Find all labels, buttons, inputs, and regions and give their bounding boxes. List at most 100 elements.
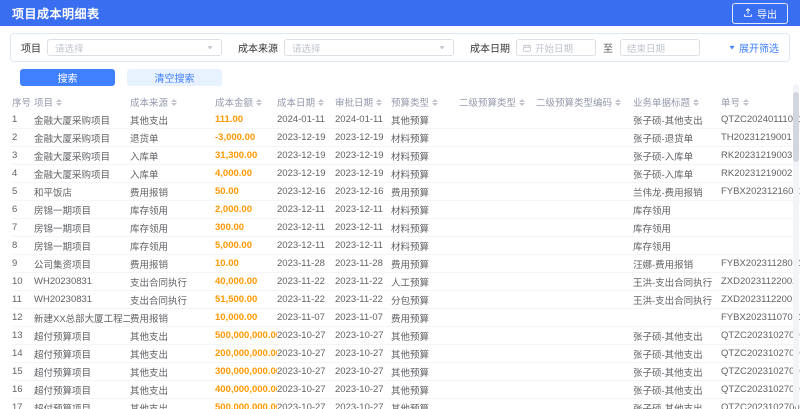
cell-cost-amount: 50.00: [215, 186, 239, 197]
sort-icon[interactable]: [615, 98, 622, 106]
col-header-index[interactable]: 序号: [12, 95, 34, 109]
cell-cost-amount: 10,000.00: [215, 312, 258, 323]
table-row: 12 新建XX总部大厦工程二期费用报销 10,000.00 2023-11-07 202…: [12, 309, 800, 327]
cell-doc-title: 汪娜-费用报销: [633, 259, 694, 271]
table-row: 3 金融大厦采购项目 入库单 31,300.00 2023-12-19 2023-12-1…: [12, 147, 800, 165]
chevron-down-icon: ▼: [728, 43, 736, 52]
cell-approval-date: 2023-12-11: [335, 204, 383, 215]
expand-filter-toggle[interactable]: ▼ 展开筛选: [728, 40, 779, 55]
cell-approval-date: 2023-12-19: [335, 168, 384, 179]
cell-approval-date: 2023-11-22: [335, 294, 383, 305]
cell-doc-no: FYBX20231216001: [721, 186, 800, 197]
cell-cost-amount: 40,000.00: [215, 276, 258, 287]
cell-doc-no: ZXD20231122001: [721, 294, 798, 305]
cell-project: 金融大厦采购项目: [34, 133, 111, 145]
cell-doc-title: 张子硕-其他支出: [633, 385, 703, 397]
cell-approval-date: 2023-10-27: [335, 384, 384, 395]
cost-source-select[interactable]: 请选择 ▼: [284, 39, 454, 56]
cost-date-filter-label: 成本日期: [470, 44, 510, 55]
cell-cost-amount: 400,000,000.00: [215, 384, 277, 395]
cost-source-select-placeholder: 请选择: [292, 43, 321, 55]
cell-doc-no: QTZC20231027002: [721, 366, 800, 377]
col-header-sub-budget-type[interactable]: 二级预算类型: [459, 95, 536, 109]
cell-doc-no: QTZC20240111001: [721, 114, 800, 125]
cell-project: 房锦一期项目: [34, 241, 92, 253]
table-row: 11 WH20230831 支出合同执行 51,500.00 2023-11-22 202…: [12, 291, 800, 309]
cell-doc-title: 王洪-支出合同执行: [633, 277, 713, 289]
cell-cost-date: 2023-12-19: [277, 150, 326, 161]
cell-project: 和平饭店: [34, 187, 73, 199]
cell-cost-date: 2023-10-27: [277, 402, 326, 409]
cell-doc-title: 张子硕-其他支出: [633, 349, 703, 361]
scrollbar-thumb[interactable]: [793, 92, 799, 162]
project-filter-label: 项目: [21, 44, 41, 55]
export-button[interactable]: 导出: [732, 2, 788, 24]
col-header-budget-type[interactable]: 预算类型: [391, 95, 459, 109]
col-header-doc-title[interactable]: 业务单据标题: [633, 95, 721, 109]
sort-icon[interactable]: [432, 98, 439, 106]
start-date-input[interactable]: 开始日期: [516, 39, 596, 56]
col-header-label: 序号: [12, 98, 32, 109]
col-header-cost-amount[interactable]: 成本金额: [215, 95, 277, 109]
export-icon: [743, 8, 753, 18]
cell-doc-title: 张子硕-退货单: [633, 133, 694, 145]
project-select[interactable]: 请选择 ▼: [47, 39, 222, 56]
sort-icon[interactable]: [171, 98, 178, 106]
col-header-doc-no[interactable]: 单号: [721, 95, 800, 109]
cell-index: 4: [12, 168, 18, 179]
cell-cost-source: 费用报销: [130, 187, 169, 199]
cell-budget-type: 材料预算: [391, 151, 430, 163]
cell-cost-date: 2023-12-11: [277, 204, 325, 215]
sort-icon[interactable]: [519, 98, 526, 106]
cell-doc-title: 张子硕-其他支出: [633, 331, 703, 343]
col-header-cost-date[interactable]: 成本日期: [277, 95, 335, 109]
search-button[interactable]: 搜索: [20, 69, 115, 86]
col-header-project[interactable]: 项目: [34, 95, 130, 109]
sort-icon[interactable]: [376, 98, 383, 106]
top-bar: 项目成本明细表 导出: [0, 0, 800, 26]
cell-budget-type: 其他预算: [391, 331, 430, 343]
cell-doc-no: ZXD20231122002: [721, 276, 798, 287]
table-row: 10 WH20230831 支出合同执行 40,000.00 2023-11-22 202…: [12, 273, 800, 291]
cell-cost-source: 其他支出: [130, 331, 169, 343]
sort-icon[interactable]: [256, 98, 263, 106]
cell-cost-amount: 31,300.00: [215, 150, 258, 161]
clear-search-button[interactable]: 清空搜索: [127, 69, 222, 86]
cell-cost-source: 其他支出: [130, 349, 169, 361]
cell-project: 新建XX总部大厦工程二期: [34, 313, 130, 325]
cell-cost-amount: 500,000,000.00: [215, 330, 277, 341]
sort-icon[interactable]: [56, 98, 63, 106]
cell-doc-title: 张子硕-其他支出: [633, 115, 703, 127]
sort-icon[interactable]: [743, 98, 750, 106]
table-head: 序号 项目 成本来源 成本金额 成本日期 审批日期 预算类型 二级预算类型 二级预算类型编码 业务…: [12, 93, 800, 111]
col-header-sub-budget-code[interactable]: 二级预算类型编码: [536, 95, 633, 109]
table-row: 13 超付预算项目 其他支出 500,000,000.00 2023-10-27 2023…: [12, 327, 800, 345]
cell-budget-type: 费用预算: [391, 259, 430, 271]
cell-approval-date: 2023-12-19: [335, 132, 384, 143]
table-row: 5 和平饭店 费用报销 50.00 2023-12-16 2023-12-16 费用预算 兰伟…: [12, 183, 800, 201]
col-header-cost-source[interactable]: 成本来源: [130, 95, 215, 109]
filter-project: 项目 请选择 ▼: [21, 39, 222, 56]
cell-doc-title: 兰伟龙-费用报销: [633, 187, 703, 199]
cell-doc-no: QTZC20231027002: [721, 384, 800, 395]
end-date-input[interactable]: 结束日期: [620, 39, 700, 56]
cell-doc-no: QTZC20231027002: [721, 348, 800, 359]
table-row: 15 超付预算项目 其他支出 300,000,000.00 2023-10-27 2023…: [12, 363, 800, 381]
table-row: 2 金融大厦采购项目 退货单 -3,000.00 2023-12-19 2023-12-1…: [12, 129, 800, 147]
cell-doc-title: 库存领用: [633, 223, 672, 235]
cell-project: 金融大厦采购项目: [34, 169, 111, 181]
cell-approval-date: 2023-11-22: [335, 276, 383, 287]
table-row: 17 超付预算项目 其他支出 500,000,000.00 2023-10-27 2023…: [12, 399, 800, 409]
cell-index: 17: [12, 402, 23, 409]
cell-index: 10: [12, 276, 23, 287]
sort-icon[interactable]: [318, 98, 325, 106]
cell-cost-amount: -3,000.00: [215, 132, 256, 143]
start-date-placeholder: 开始日期: [535, 43, 574, 55]
vertical-scrollbar[interactable]: [793, 84, 799, 407]
sort-icon[interactable]: [693, 98, 700, 106]
cell-budget-type: 其他预算: [391, 349, 430, 361]
cell-index: 8: [12, 240, 18, 251]
cell-cost-source: 入库单: [130, 169, 159, 181]
cell-project: WH20230831: [34, 294, 93, 305]
col-header-approval-date[interactable]: 审批日期: [335, 95, 391, 109]
